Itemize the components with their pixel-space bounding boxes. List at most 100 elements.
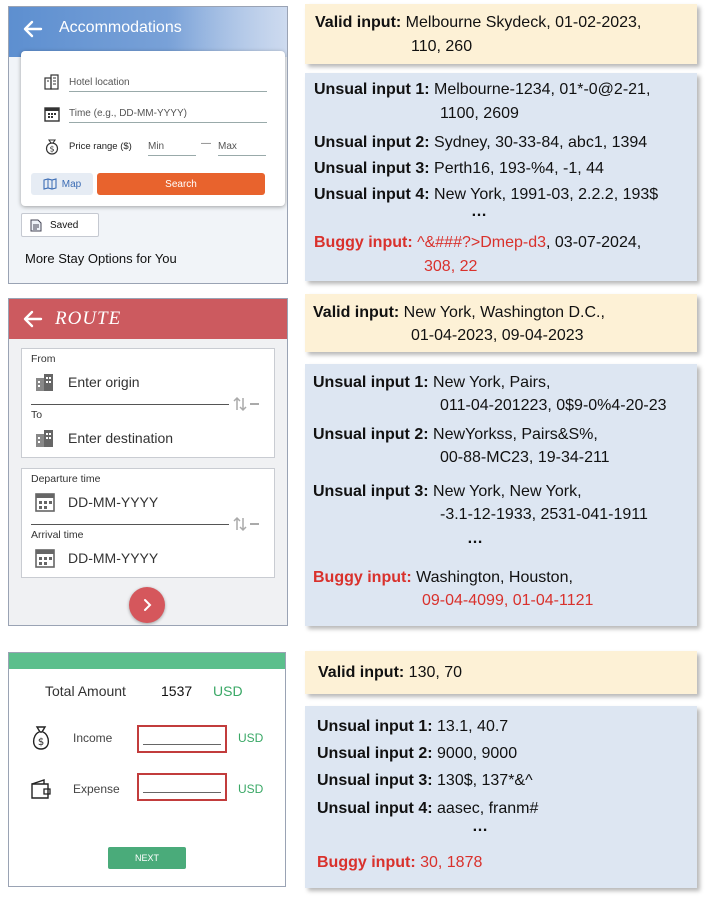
page-title: ROUTE <box>55 308 122 329</box>
buggy-input-value: Washington, Houston, <box>416 569 573 586</box>
max-price-input[interactable]: Max <box>218 141 266 156</box>
unusual-input-label: Unsual input 4 <box>314 186 425 203</box>
hotel-location-input[interactable]: Hotel location <box>69 77 267 92</box>
total-amount-value: 1537 <box>161 683 193 699</box>
departure-time-label: Departure time <box>31 473 101 485</box>
unusual-input-value: New York, Pairs, <box>433 374 551 391</box>
unusual-input-value-cont: -3.1-12-1933, 2531-041-1911 <box>440 506 648 523</box>
valid-input-value-cont: 110, 260 <box>411 38 473 55</box>
unusual-input-value: Sydney, 30-33-84, abc1, 1394 <box>434 134 648 151</box>
arrival-time-input[interactable]: DD-MM-YYYY <box>68 550 158 566</box>
buggy-input-value: ^&###?>Dmep-d3 <box>417 234 547 251</box>
buggy-input-value: 30, 1878 <box>420 854 483 871</box>
money-bag-icon: $ <box>32 726 50 750</box>
page-title: Accommodations <box>59 19 182 36</box>
valid-input-value-cont: 01-04-2023, 09-04-2023 <box>411 327 584 344</box>
map-icon <box>43 178 57 190</box>
divider <box>31 404 229 405</box>
unusual-input-value: NewYorkss, Pairs&S%, <box>433 426 598 443</box>
city-icon <box>44 74 59 90</box>
valid-input-value: 130, 70 <box>408 664 463 681</box>
valid-input-box: Valid input: New York, Washington D.C., … <box>305 294 697 352</box>
buggy-input-label: Buggy input <box>313 569 407 586</box>
building-icon <box>36 430 53 447</box>
svg-text:$: $ <box>38 737 44 748</box>
valid-input-box: Valid input: Melbourne Skydeck, 01-02-20… <box>305 4 697 64</box>
unusual-inputs-box: Unsual input 1: New York, Pairs, 011-04-… <box>305 364 697 626</box>
swap-icon[interactable] <box>232 515 260 533</box>
saved-button-label: Saved <box>50 219 79 231</box>
from-label: From <box>31 353 56 365</box>
to-label: To <box>31 409 43 421</box>
range-dash: — <box>201 138 211 149</box>
unusual-input-label: Unsual input 1 <box>313 374 424 391</box>
unusual-inputs-box: Unsual input 1: 13.1, 40.7 Unsual input … <box>305 706 697 888</box>
valid-input-label: Valid input <box>318 664 399 681</box>
top-bar <box>9 653 285 669</box>
ellipsis: … <box>467 530 483 547</box>
total-amount-label: Total Amount <box>45 683 126 699</box>
buggy-input-label: Buggy input <box>314 234 408 251</box>
unusual-input-value: 130$, 137*&^ <box>437 772 533 789</box>
total-currency: USD <box>213 683 243 699</box>
income-label: Income <box>73 731 113 745</box>
location-box: From Enter origin To Enter destination <box>21 348 275 458</box>
saved-document-icon <box>30 219 42 231</box>
origin-input[interactable]: Enter origin <box>68 374 140 390</box>
go-button[interactable] <box>129 587 165 623</box>
next-button[interactable]: NEXT <box>108 847 186 869</box>
unusual-input-value: New York, 1991-03, 2.2.2, 193$ <box>434 186 659 203</box>
calendar-icon <box>35 493 55 512</box>
valid-input-value: Melbourne Skydeck, 01-02-2023, <box>405 14 642 31</box>
money-bag-icon: $ <box>45 139 59 155</box>
buggy-input-label: Buggy input <box>317 854 411 871</box>
unusual-input-value-cont: 011-04-201223, 0$9-0%4-20-23 <box>440 397 667 414</box>
unusual-input-label: Unsual input 3 <box>314 160 425 177</box>
unusual-input-value-cont: 1100, 2609 <box>440 105 519 122</box>
income-currency: USD <box>238 731 264 745</box>
destination-input[interactable]: Enter destination <box>68 430 173 446</box>
wallet-icon <box>31 779 51 799</box>
min-price-input[interactable]: Min <box>148 141 196 156</box>
budget-screen: Total Amount 1537 USD $ Income USD Expen… <box>8 652 286 887</box>
unusual-input-label: Unsual input 4 <box>317 800 428 817</box>
departure-time-input[interactable]: DD-MM-YYYY <box>68 494 158 510</box>
unusual-input-label: Unsual input 2 <box>314 134 425 151</box>
calendar-icon <box>35 549 55 568</box>
unusual-input-value: New York, New York, <box>433 483 582 500</box>
unusual-input-label: Unsual input 3 <box>313 483 424 500</box>
expense-input[interactable] <box>137 773 227 801</box>
valid-input-box: Valid input: 130, 70 <box>305 651 697 694</box>
buggy-input-value-rest: , 03-07-2024, <box>546 234 642 251</box>
building-icon <box>36 374 53 391</box>
header-bar <box>9 299 287 339</box>
unusual-input-value: aasec, franm# <box>437 800 539 817</box>
expense-label: Expense <box>73 782 120 796</box>
ellipsis: … <box>471 203 487 220</box>
time-box: Departure time DD-MM-YYYY Arrival time D… <box>21 468 275 578</box>
chevron-right-icon <box>144 599 152 611</box>
calendar-icon <box>44 107 60 122</box>
unusual-input-label: Unsual input 2 <box>313 426 424 443</box>
unusual-input-value: 13.1, 40.7 <box>437 718 509 735</box>
swap-icon[interactable] <box>232 395 260 413</box>
unusual-inputs-box: Unsual input 1: Melbourne-1234, 01*-0@2-… <box>305 73 697 281</box>
valid-input-label: Valid input <box>315 14 396 31</box>
saved-button[interactable]: Saved <box>21 213 99 237</box>
time-input[interactable]: Time (e.g., DD-MM-YYYY) <box>69 108 267 123</box>
map-button-label: Map <box>61 178 82 190</box>
unusual-input-value: 9000, 9000 <box>437 745 518 762</box>
search-button[interactable]: Search <box>97 173 265 195</box>
price-range-label: Price range ($) <box>69 141 132 152</box>
valid-input-label: Valid input <box>313 304 394 321</box>
unusual-input-label: Unsual input 1 <box>317 718 428 735</box>
buggy-input-value-cont: 09-04-4099, 01-04-1121 <box>422 592 594 609</box>
back-arrow-icon[interactable] <box>21 307 45 331</box>
unusual-input-label: Unsual input 1 <box>314 81 425 98</box>
back-arrow-icon[interactable] <box>21 17 45 41</box>
map-button[interactable]: Map <box>31 173 93 195</box>
route-screen: ROUTE From Enter origin To Enter destina… <box>8 298 288 626</box>
income-input[interactable] <box>137 725 227 753</box>
search-card: Hotel location Time (e.g., DD-MM-YYYY) $… <box>21 51 285 206</box>
expense-currency: USD <box>238 782 264 796</box>
